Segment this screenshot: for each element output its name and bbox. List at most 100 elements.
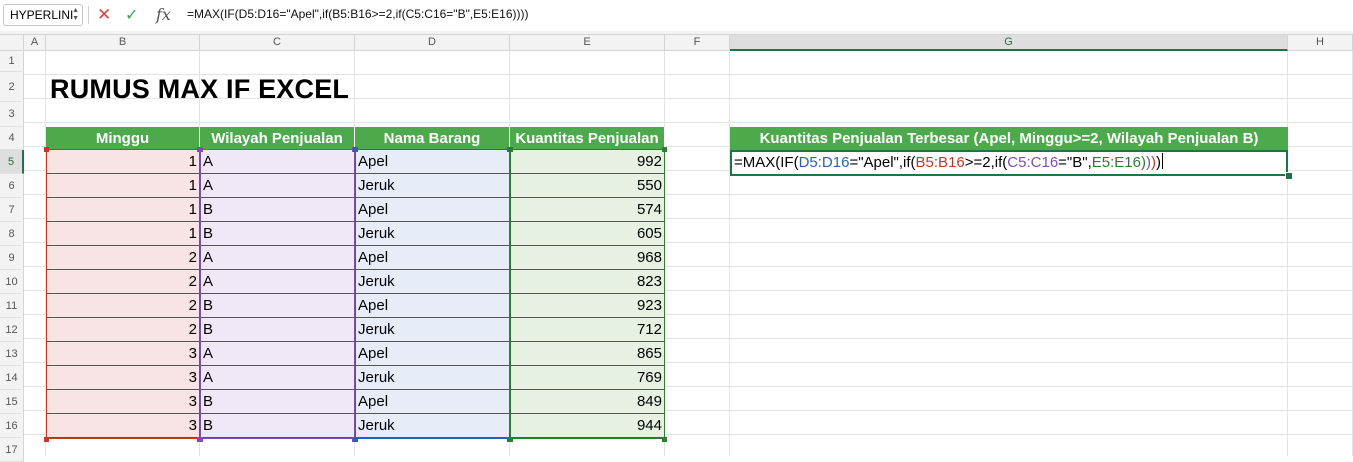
range-resize-handle[interactable] (508, 437, 513, 442)
table-cell[interactable]: 2 (46, 270, 200, 294)
row-header-1[interactable]: 1 (0, 51, 24, 72)
table-header-cell[interactable]: Nama Barang (355, 127, 510, 150)
table-cell[interactable]: Jeruk (355, 174, 510, 198)
table-cell[interactable]: 3 (46, 342, 200, 366)
table-cell[interactable]: Apel (355, 294, 510, 318)
table-cell[interactable]: B (200, 294, 355, 318)
table-cell[interactable]: Jeruk (355, 414, 510, 438)
table-cell[interactable]: Jeruk (355, 366, 510, 390)
table-cell[interactable]: 1 (46, 222, 200, 246)
column-header-e[interactable]: E (510, 35, 665, 51)
table-cell[interactable]: B (200, 414, 355, 438)
table-cell[interactable]: A (200, 150, 355, 174)
table-cell[interactable]: 1 (46, 150, 200, 174)
enter-icon[interactable]: ✓ (125, 5, 138, 25)
formula-token: C5:C16 (1007, 154, 1059, 171)
range-resize-handle[interactable] (662, 437, 667, 442)
cancel-icon[interactable]: ✕ (97, 5, 111, 25)
table-header-cell[interactable]: Kuantitas Penjualan (510, 127, 665, 150)
range-resize-handle[interactable] (508, 147, 513, 152)
table-cell[interactable]: 968 (510, 246, 665, 270)
column-header-a[interactable]: A (24, 35, 46, 51)
table-cell[interactable]: B (200, 318, 355, 342)
formula-input[interactable]: =MAX(IF(D5:D16="Apel",if(B5:B16>=2,if(C5… (187, 7, 529, 21)
fill-handle[interactable] (1285, 172, 1293, 180)
table-cell[interactable]: 3 (46, 390, 200, 414)
table-cell[interactable]: 2 (46, 294, 200, 318)
table-cell[interactable]: Jeruk (355, 222, 510, 246)
range-resize-handle[interactable] (198, 437, 203, 442)
formula-token: =MAX(IF( (734, 154, 799, 171)
table-cell[interactable]: 865 (510, 342, 665, 366)
table-cell[interactable]: 2 (46, 246, 200, 270)
table-cell[interactable]: Jeruk (355, 270, 510, 294)
result-cell-editing[interactable]: =MAX(IF(D5:D16="Apel",if(B5:B16>=2,if(C5… (730, 150, 1288, 176)
row-header-13[interactable]: 13 (0, 342, 24, 366)
row-header-5[interactable]: 5 (0, 150, 24, 174)
row-header-7[interactable]: 7 (0, 198, 24, 222)
row-header-16[interactable]: 16 (0, 414, 24, 438)
table-cell[interactable]: B (200, 198, 355, 222)
row-header-10[interactable]: 10 (0, 270, 24, 294)
table-cell[interactable]: 605 (510, 222, 665, 246)
table-cell[interactable]: 712 (510, 318, 665, 342)
table-cell[interactable]: Jeruk (355, 318, 510, 342)
table-cell[interactable]: 849 (510, 390, 665, 414)
row-header-4[interactable]: 4 (0, 127, 24, 150)
table-cell[interactable]: B (200, 390, 355, 414)
range-resize-handle[interactable] (44, 437, 49, 442)
table-cell[interactable]: A (200, 246, 355, 270)
range-resize-handle[interactable] (353, 147, 358, 152)
table-cell[interactable]: 923 (510, 294, 665, 318)
table-cell[interactable]: 3 (46, 366, 200, 390)
table-cell[interactable]: Apel (355, 246, 510, 270)
table-cell[interactable]: Apel (355, 198, 510, 222)
table-cell[interactable]: Apel (355, 390, 510, 414)
range-resize-handle[interactable] (353, 437, 358, 442)
range-resize-handle[interactable] (198, 147, 203, 152)
column-header-d[interactable]: D (355, 35, 510, 51)
table-header-cell[interactable]: Wilayah Penjualan (200, 127, 355, 150)
name-box[interactable]: HYPERLINI ▲ ▼ (3, 4, 83, 26)
table-cell[interactable]: A (200, 366, 355, 390)
column-header-g[interactable]: G (730, 35, 1288, 51)
table-cell[interactable]: Apel (355, 150, 510, 174)
select-all-corner[interactable] (0, 35, 24, 51)
table-cell[interactable]: 823 (510, 270, 665, 294)
range-resize-handle[interactable] (662, 147, 667, 152)
column-header-b[interactable]: B (46, 35, 200, 51)
table-cell[interactable]: 2 (46, 318, 200, 342)
column-header-h[interactable]: H (1288, 35, 1353, 51)
table-cell[interactable]: 1 (46, 174, 200, 198)
row-header-6[interactable]: 6 (0, 174, 24, 198)
row-header-9[interactable]: 9 (0, 246, 24, 270)
row-header-11[interactable]: 11 (0, 294, 24, 318)
table-cell[interactable]: 992 (510, 150, 665, 174)
table-cell[interactable]: A (200, 342, 355, 366)
column-header-c[interactable]: C (200, 35, 355, 51)
table-cell[interactable]: 944 (510, 414, 665, 438)
result-header[interactable]: Kuantitas Penjualan Terbesar (Apel, Ming… (730, 127, 1288, 150)
row-header-14[interactable]: 14 (0, 366, 24, 390)
row-header-8[interactable]: 8 (0, 222, 24, 246)
table-header-cell[interactable]: Minggu (46, 127, 200, 150)
row-header-15[interactable]: 15 (0, 390, 24, 414)
table-cell[interactable]: B (200, 222, 355, 246)
column-header-f[interactable]: F (665, 35, 730, 51)
table-cell[interactable]: 1 (46, 198, 200, 222)
row-header-12[interactable]: 12 (0, 318, 24, 342)
table-cell[interactable]: 574 (510, 198, 665, 222)
name-box-stepper-icon[interactable]: ▲ ▼ (72, 7, 79, 23)
table-cell[interactable]: Apel (355, 342, 510, 366)
insert-function-icon[interactable]: fx (156, 5, 171, 24)
table-cell[interactable]: A (200, 174, 355, 198)
row-header-17[interactable]: 17 (0, 438, 24, 462)
row-header-3[interactable]: 3 (0, 102, 24, 127)
table-cell[interactable]: 769 (510, 366, 665, 390)
range-resize-handle[interactable] (44, 147, 49, 152)
row-header-2[interactable]: 2 (0, 72, 24, 102)
table-cell[interactable]: 550 (510, 174, 665, 198)
table-cell[interactable]: A (200, 270, 355, 294)
table-cell[interactable]: 3 (46, 414, 200, 438)
sheet-title[interactable]: RUMUS MAX IF EXCEL (50, 74, 349, 105)
